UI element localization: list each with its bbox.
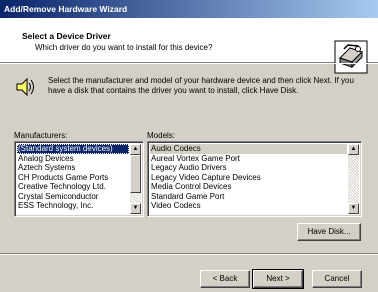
manufacturers-list[interactable]: (Standard system devices) Analog Devices A…	[14, 141, 144, 217]
instructions-text: Select the manufacturer and model of you…	[48, 76, 354, 95]
list-item[interactable]: Media Control Devices	[150, 182, 347, 192]
page-title: Select a Device Driver	[22, 31, 111, 41]
manufacturers-label: Manufacturers:	[14, 131, 68, 140]
window-title: Add/Remove Hardware Wizard	[4, 4, 128, 14]
list-item[interactable]: Aureal Vortex Game Port	[150, 154, 347, 164]
window-title-bar[interactable]: Add/Remove Hardware Wizard	[0, 0, 378, 18]
list-item[interactable]: Legacy Video Capture Devices	[150, 173, 347, 183]
list-item[interactable]: Legacy Audio Drivers	[150, 163, 347, 173]
cancel-button[interactable]: Cancel	[312, 270, 362, 288]
hardware-wizard-icon	[334, 40, 368, 74]
scroll-down-icon[interactable]: ▼	[130, 203, 141, 214]
list-item[interactable]: ESS Technology, Inc.	[17, 201, 129, 211]
page-subtitle: Which driver do you want to install for …	[35, 43, 213, 52]
list-item[interactable]: Analog Devices	[17, 154, 129, 164]
wizard-header: Select a Device Driver Which driver do y…	[0, 18, 378, 74]
models-list[interactable]: Audio Codecs Aureal Vortex Game Port Legac…	[147, 141, 362, 217]
list-item[interactable]: Audio Codecs	[150, 144, 347, 154]
manufacturers-scrollbar[interactable]: ▲ ▼	[130, 144, 141, 214]
back-button[interactable]: < Back	[200, 270, 250, 288]
list-item[interactable]: Standard Game Port	[150, 192, 347, 202]
list-item[interactable]: Creative Technology Ltd.	[17, 182, 129, 192]
scroll-up-icon[interactable]: ▲	[130, 144, 141, 155]
models-scrollbar[interactable]: ▲ ▼	[348, 144, 359, 214]
speaker-icon	[16, 77, 34, 97]
separator	[0, 253, 378, 255]
next-button[interactable]: Next >	[252, 269, 304, 289]
list-item[interactable]: (Standard system devices)	[17, 144, 129, 154]
models-label: Models:	[147, 131, 176, 140]
list-item[interactable]: CH Products Game Ports	[17, 173, 129, 183]
have-disk-button[interactable]: Have Disk...	[297, 223, 361, 241]
list-item[interactable]: Video Codecs	[150, 201, 347, 211]
scroll-thumb[interactable]	[130, 155, 141, 193]
list-item[interactable]: Crystal Semiconductor	[17, 192, 129, 202]
scroll-down-icon[interactable]: ▼	[348, 203, 359, 214]
list-item[interactable]: Aztech Systems	[17, 163, 129, 173]
scroll-up-icon[interactable]: ▲	[348, 144, 359, 155]
